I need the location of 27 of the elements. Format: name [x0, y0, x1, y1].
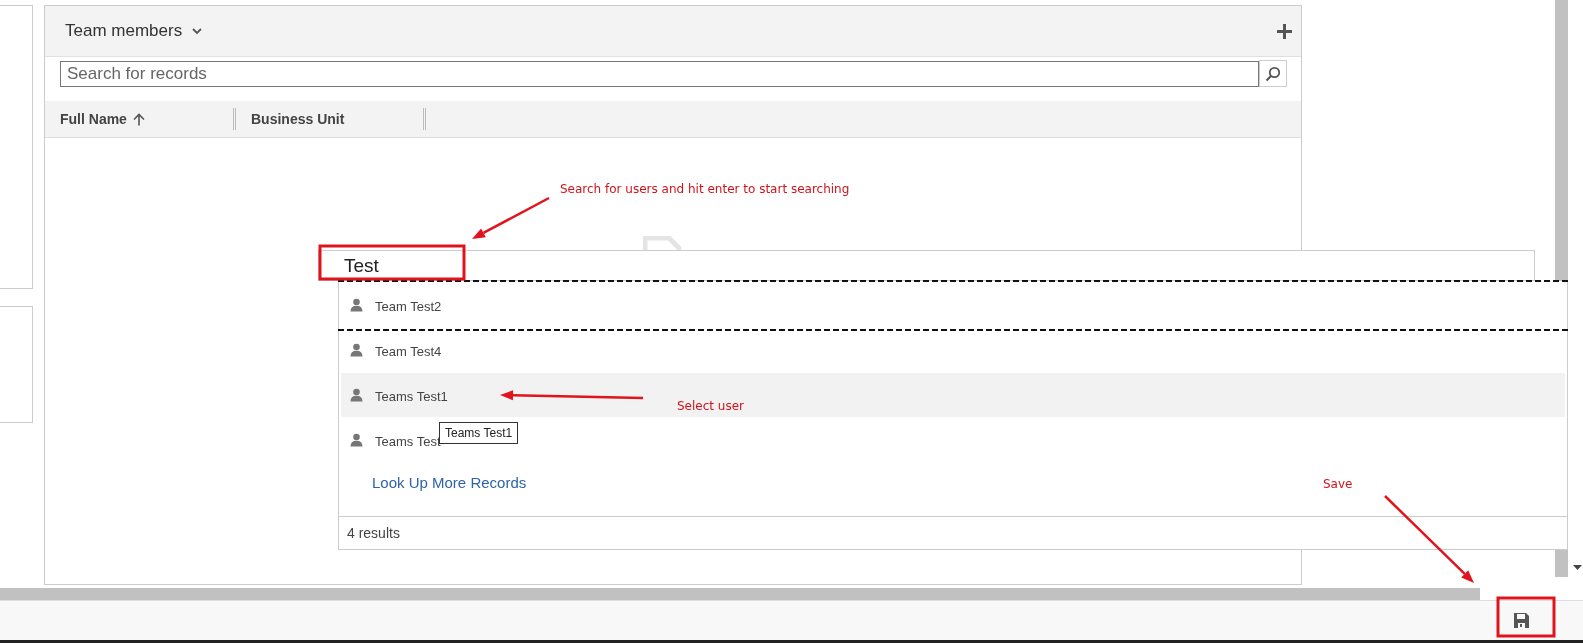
highlight-rectangle	[1496, 596, 1556, 638]
person-icon	[350, 343, 363, 357]
annotation-text: Save	[1323, 477, 1353, 491]
panel-title: Team members	[65, 21, 183, 41]
column-header[interactable]: Full Name	[45, 101, 233, 137]
look-up-more-records-link[interactable]: Look Up More Records	[372, 474, 527, 491]
annotation-text: Select user	[677, 399, 744, 413]
person-icon	[350, 388, 363, 402]
lookup-result-item[interactable]: Team Test4	[350, 341, 442, 359]
person-icon	[350, 433, 363, 447]
chevron-down-icon[interactable]	[192, 27, 203, 35]
lookup-result-item[interactable]: Teams Test	[350, 431, 441, 449]
lookup-input[interactable]: Test	[318, 250, 1535, 281]
search-button[interactable]	[1259, 60, 1287, 87]
lookup-result-item[interactable]: Teams Test1	[350, 386, 448, 404]
annotation-text: Search for users and hit enter to start searching	[560, 182, 850, 196]
save-button[interactable]	[1512, 611, 1531, 630]
add-icon[interactable]	[1276, 22, 1293, 40]
results-count: 4 results	[339, 516, 1567, 549]
tooltip: Teams Test1	[439, 422, 519, 444]
column-header[interactable]: Business Unit	[233, 108, 423, 130]
search-field[interactable]: Search for records	[60, 61, 1259, 87]
scrollbar-thumb[interactable]	[0, 588, 1480, 600]
search-icon	[1265, 65, 1281, 82]
scroll-down-icon[interactable]	[1573, 565, 1582, 570]
lookup-result-item[interactable]: Team Test2	[350, 296, 442, 314]
person-icon	[350, 298, 363, 312]
